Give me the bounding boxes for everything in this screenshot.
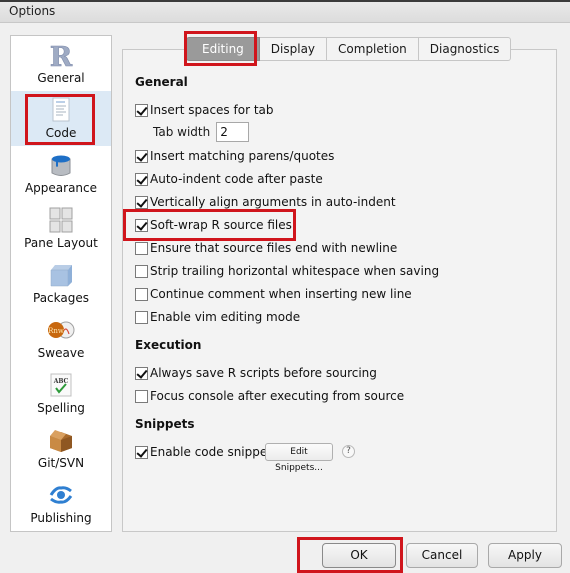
window-title: Options [9, 4, 56, 18]
option-label: Enable code snippets [150, 445, 279, 459]
sidebar-item-label: General [37, 71, 85, 85]
tab-width-input[interactable] [216, 122, 250, 142]
package-cube-icon [50, 265, 72, 287]
enable-snippets-option[interactable]: Enable code snippets [135, 444, 278, 460]
general-heading: General [135, 75, 188, 89]
sweave-pdf-icon: Rnw [48, 321, 75, 339]
sidebar-item-pane-layout[interactable]: Pane Layout [11, 201, 111, 256]
r-logo-icon: R [49, 42, 73, 69]
sidebar-item-label: Git/SVN [37, 456, 85, 470]
sidebar-item-publishing[interactable]: Publishing [11, 476, 111, 531]
help-icon[interactable]: ? [342, 445, 355, 458]
option-label: Focus console after executing from sourc… [150, 389, 405, 403]
apply-button[interactable]: Apply [488, 543, 562, 568]
title-bar: Options [0, 2, 570, 23]
svg-text:Rnw: Rnw [48, 327, 64, 335]
options-sidebar: R General Code Appearance Pane Layout Pa… [10, 35, 112, 532]
option-label: Vertically align arguments in auto-inden… [150, 195, 396, 209]
edit-snippets-button[interactable]: Edit Snippets... [265, 443, 333, 473]
soft-wrap-option[interactable]: Soft-wrap R source files [135, 217, 292, 233]
vertical-align-checkbox[interactable] [135, 195, 148, 209]
option-label: Strip trailing horizontal whitespace whe… [150, 264, 440, 278]
focus-console-checkbox[interactable] [135, 389, 148, 403]
continue-comment-option[interactable]: Continue comment when inserting new line [135, 286, 412, 302]
pane-grid-icon [49, 207, 73, 233]
sidebar-item-appearance[interactable]: Appearance [11, 146, 111, 201]
option-label: Insert matching parens/quotes [150, 149, 335, 163]
auto-indent-option[interactable]: Auto-indent code after paste [135, 171, 323, 187]
continue-comment-checkbox[interactable] [135, 287, 148, 301]
sidebar-item-git-svn[interactable]: Git/SVN [11, 421, 111, 476]
sidebar-item-general[interactable]: R General [11, 36, 111, 91]
vertical-align-option[interactable]: Vertically align arguments in auto-inden… [135, 194, 396, 210]
sidebar-item-label: Spelling [37, 401, 85, 415]
execution-heading: Execution [135, 338, 202, 352]
sidebar-item-label: Publishing [30, 511, 92, 525]
option-label: Insert spaces for tab [150, 103, 274, 117]
cancel-button[interactable]: Cancel [406, 543, 478, 568]
tab-width-label: Tab width [153, 125, 211, 139]
svg-text:R: R [50, 42, 73, 69]
paint-bucket-icon [51, 155, 71, 176]
sidebar-item-label: Appearance [24, 181, 98, 195]
cardboard-box-icon [50, 430, 72, 452]
insert-matching-checkbox[interactable] [135, 149, 148, 163]
tab-diagnostics[interactable]: Diagnostics [418, 37, 512, 61]
ensure-newline-checkbox[interactable] [135, 241, 148, 255]
tab-width-row: Tab width [153, 122, 250, 142]
option-label: Continue comment when inserting new line [150, 287, 412, 301]
option-label: Always save R scripts before sourcing [150, 366, 377, 380]
sidebar-item-label: Pane Layout [24, 236, 98, 250]
code-document-icon [52, 97, 70, 122]
sidebar-item-label: Code [45, 126, 77, 140]
enable-snippets-checkbox[interactable] [135, 445, 148, 459]
soft-wrap-checkbox[interactable] [135, 218, 148, 232]
tab-display[interactable]: Display [259, 37, 328, 61]
vim-mode-option[interactable]: Enable vim editing mode [135, 309, 300, 325]
strip-whitespace-option[interactable]: Strip trailing horizontal whitespace whe… [135, 263, 439, 279]
sidebar-item-sweave[interactable]: Rnw Sweave [11, 311, 111, 366]
sidebar-item-label: Packages [33, 291, 89, 305]
options-tabs: Editing Display Completion Diagnostics [186, 37, 512, 61]
sidebar-item-spelling[interactable]: ABC Spelling [11, 366, 111, 421]
always-save-checkbox[interactable] [135, 366, 148, 380]
svg-text:ABC: ABC [53, 378, 69, 385]
option-label: Auto-indent code after paste [150, 172, 323, 186]
option-label: Ensure that source files end with newlin… [150, 241, 398, 255]
option-label: Soft-wrap R source files [150, 218, 292, 232]
auto-indent-checkbox[interactable] [135, 172, 148, 186]
insert-spaces-option[interactable]: Insert spaces for tab [135, 102, 274, 118]
tab-editing[interactable]: Editing [186, 37, 260, 61]
tab-completion[interactable]: Completion [327, 37, 419, 61]
snippets-heading: Snippets [135, 417, 195, 431]
strip-whitespace-checkbox[interactable] [135, 264, 148, 278]
vim-mode-checkbox[interactable] [135, 310, 148, 324]
sidebar-item-label: Sweave [37, 346, 85, 360]
sidebar-item-code[interactable]: Code [11, 91, 111, 146]
insert-spaces-checkbox[interactable] [135, 103, 148, 117]
option-label: Enable vim editing mode [150, 310, 301, 324]
always-save-option[interactable]: Always save R scripts before sourcing [135, 365, 377, 381]
focus-console-option[interactable]: Focus console after executing from sourc… [135, 388, 404, 404]
publish-eye-icon [49, 486, 73, 504]
sidebar-item-packages[interactable]: Packages [11, 256, 111, 311]
ensure-newline-option[interactable]: Ensure that source files end with newlin… [135, 240, 397, 256]
abc-check-icon: ABC [50, 373, 72, 397]
ok-button[interactable]: OK [322, 543, 396, 568]
insert-matching-option[interactable]: Insert matching parens/quotes [135, 148, 334, 164]
